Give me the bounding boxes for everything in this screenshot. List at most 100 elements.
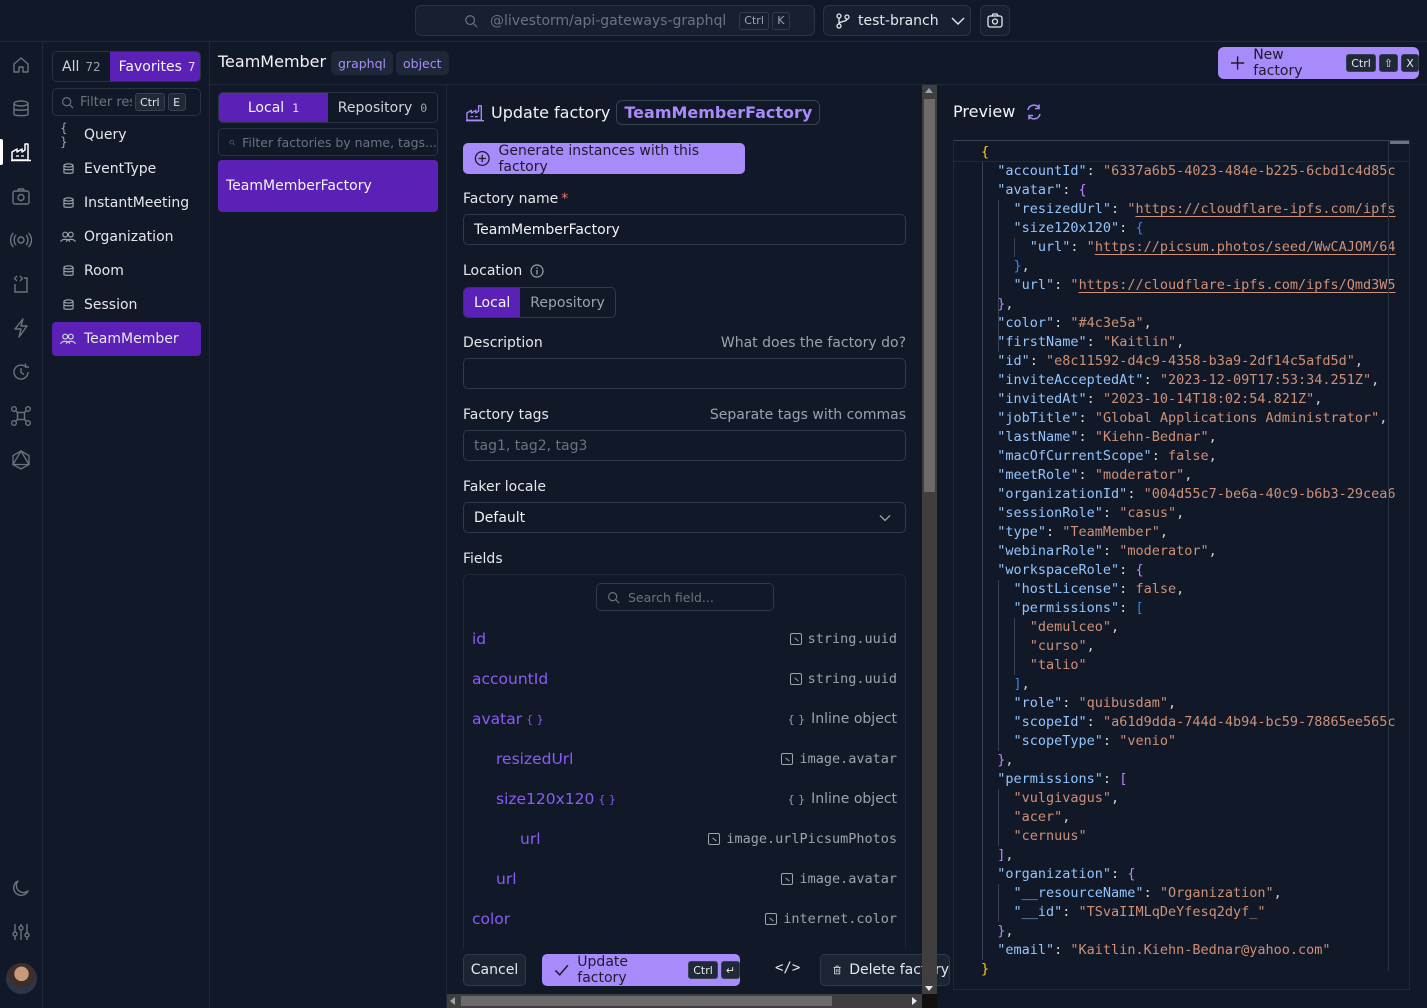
tab-all[interactable]: All 72 bbox=[53, 52, 110, 81]
factory-name-input[interactable]: TeamMemberFactory bbox=[463, 214, 906, 245]
refresh-icon[interactable] bbox=[1025, 103, 1043, 121]
json-link[interactable]: https://cloudflare-ipfs.com/ipfs bbox=[1135, 201, 1395, 217]
json-token: "vulgivagus" bbox=[981, 790, 1112, 806]
location-option-repository[interactable]: Repository bbox=[520, 288, 614, 317]
field-row[interactable]: url image.avatar bbox=[464, 859, 905, 899]
code-file-icon[interactable] bbox=[10, 273, 32, 295]
info-icon[interactable] bbox=[530, 264, 544, 278]
resource-item-room[interactable]: Room bbox=[52, 254, 201, 288]
database-icon[interactable] bbox=[10, 98, 32, 120]
field-row[interactable]: accountId string.uuid bbox=[464, 659, 905, 699]
json-token: "TSvaIIMLqDeYfesq2dyf_" bbox=[1078, 904, 1266, 920]
resource-item-session[interactable]: Session bbox=[52, 288, 201, 322]
resource-item-query[interactable]: { } Query bbox=[52, 118, 201, 152]
json-token: } bbox=[981, 296, 1006, 312]
history-icon[interactable] bbox=[10, 361, 32, 383]
json-key: "macOfCurrentScope" bbox=[981, 448, 1152, 464]
tab-favorites[interactable]: Favorites 7 bbox=[109, 52, 200, 81]
tab-repository[interactable]: Repository 0 bbox=[328, 93, 437, 122]
field-generator[interactable]: string.uuid bbox=[789, 631, 897, 647]
graphql-icon[interactable] bbox=[10, 449, 32, 471]
field-generator[interactable]: image.avatar bbox=[781, 751, 897, 767]
code-line: "permissions": [ bbox=[954, 770, 1409, 789]
cancel-button[interactable]: Cancel bbox=[463, 954, 526, 986]
camera-icon[interactable] bbox=[10, 185, 32, 207]
json-key: "resizedUrl" bbox=[981, 201, 1112, 217]
field-row[interactable]: size120x120{ }{ } Inline object bbox=[464, 779, 905, 819]
json-key: "invitedAt" bbox=[981, 391, 1087, 407]
branch-selector[interactable]: test-branch bbox=[823, 5, 971, 36]
scroll-thumb[interactable] bbox=[461, 996, 832, 1006]
json-token: "acer" bbox=[981, 809, 1063, 825]
field-generator[interactable]: image.avatar bbox=[781, 871, 897, 887]
factory-list-item[interactable]: TeamMemberFactory bbox=[218, 160, 438, 212]
code-line: "scopeType": "venio" bbox=[954, 732, 1409, 751]
scroll-up-arrow[interactable] bbox=[925, 88, 933, 93]
json-token: "Kaitlin" bbox=[1102, 334, 1177, 350]
network-icon[interactable] bbox=[10, 405, 32, 427]
resource-filter-input[interactable]: Filter resources Ctrl E bbox=[52, 88, 201, 116]
user-avatar[interactable] bbox=[6, 963, 37, 994]
broadcast-icon[interactable] bbox=[10, 229, 32, 251]
tag-graphql: graphql bbox=[331, 51, 393, 75]
scroll-thumb[interactable] bbox=[924, 99, 935, 492]
json-link[interactable]: https://cloudflare-ipfs.com/ipfs/Qmd3W5 bbox=[1079, 277, 1396, 293]
plus-circle-icon bbox=[474, 150, 490, 167]
form-horizontal-scrollbar[interactable] bbox=[447, 994, 922, 1008]
tab-local[interactable]: Local 1 bbox=[219, 93, 328, 122]
factory-icon[interactable] bbox=[10, 141, 32, 163]
json-link[interactable]: https://picsum.photos/seed/WwCAJOM/64 bbox=[1095, 239, 1396, 255]
field-name: avatar{ } bbox=[472, 710, 544, 728]
field-generator[interactable]: { } Inline object bbox=[788, 711, 897, 727]
new-factory-button[interactable]: New factory Ctrl ⇧ X bbox=[1218, 47, 1419, 79]
json-key: "color" bbox=[981, 315, 1055, 331]
field-generator[interactable]: image.urlPicsumPhotos bbox=[708, 831, 897, 847]
preview-json-viewer[interactable]: { "accountId": "6337a6b5-4023-484e-b225-… bbox=[953, 140, 1410, 990]
description-input[interactable] bbox=[463, 358, 906, 389]
field-search-input[interactable]: Search field... bbox=[596, 583, 774, 611]
tags-input[interactable]: tag1, tag2, tag3 bbox=[463, 430, 906, 461]
field-row[interactable]: avatar{ } { } Inline object bbox=[464, 699, 905, 739]
resource-item-eventtype[interactable]: EventType bbox=[52, 152, 201, 186]
resource-item-organization[interactable]: Organization bbox=[52, 220, 201, 254]
view-code-button[interactable]: </> bbox=[775, 960, 800, 976]
tags-hint: Separate tags with commas bbox=[709, 407, 906, 423]
scroll-right-arrow[interactable] bbox=[912, 997, 917, 1005]
command-search[interactable]: @livestorm/api-gateways-graphql Ctrl K bbox=[415, 5, 815, 36]
scroll-left-arrow[interactable] bbox=[450, 997, 455, 1005]
field-generator[interactable]: internet.color bbox=[765, 911, 897, 927]
json-token: , bbox=[1379, 410, 1388, 426]
field-generator[interactable]: { } Inline object bbox=[788, 791, 897, 807]
location-option-local[interactable]: Local bbox=[464, 288, 521, 317]
snapshot-button[interactable] bbox=[980, 5, 1010, 36]
locale-select[interactable]: Default bbox=[463, 502, 906, 533]
resource-item-instantmeeting[interactable]: InstantMeeting bbox=[52, 186, 201, 220]
users-icon bbox=[60, 333, 76, 345]
code-line: "resizedUrl": "https://cloudflare-ipfs.c… bbox=[954, 200, 1409, 219]
field-row[interactable]: url image.urlPicsumPhotos bbox=[464, 819, 905, 859]
lightning-icon[interactable] bbox=[10, 317, 32, 339]
update-factory-button[interactable]: Update factory Ctrl ↵ bbox=[542, 954, 740, 986]
generate-instances-button[interactable]: Generate instances with this factory bbox=[463, 142, 745, 175]
scroll-down-arrow[interactable] bbox=[925, 986, 933, 991]
json-key: "inviteAcceptedAt" bbox=[981, 372, 1144, 388]
description-hint: What does the factory do? bbox=[720, 335, 906, 351]
tab-count: 7 bbox=[187, 59, 196, 74]
generate-label: Generate instances with this factory bbox=[498, 142, 700, 175]
scrollbar-corner bbox=[922, 994, 937, 1008]
code-line: "role": "quibusdam", bbox=[954, 694, 1409, 713]
resource-item-teammember[interactable]: TeamMember bbox=[52, 322, 201, 356]
dice-icon bbox=[789, 633, 802, 645]
moon-icon[interactable] bbox=[10, 877, 32, 899]
resource-label: InstantMeeting bbox=[84, 195, 190, 211]
code-line: "permissions": [ bbox=[954, 599, 1409, 618]
sliders-icon[interactable] bbox=[10, 921, 32, 943]
home-icon[interactable] bbox=[10, 54, 32, 76]
code-line: "curso", bbox=[954, 637, 1409, 656]
form-vertical-scrollbar[interactable] bbox=[922, 85, 937, 994]
field-generator[interactable]: string.uuid bbox=[789, 671, 897, 687]
factory-filter-input[interactable]: Filter factories by name, tags... bbox=[218, 128, 438, 156]
field-row[interactable]: id string.uuid bbox=[464, 619, 905, 659]
field-row[interactable]: color internet.color bbox=[464, 899, 905, 939]
field-row[interactable]: resizedUrl image.avatar bbox=[464, 739, 905, 779]
